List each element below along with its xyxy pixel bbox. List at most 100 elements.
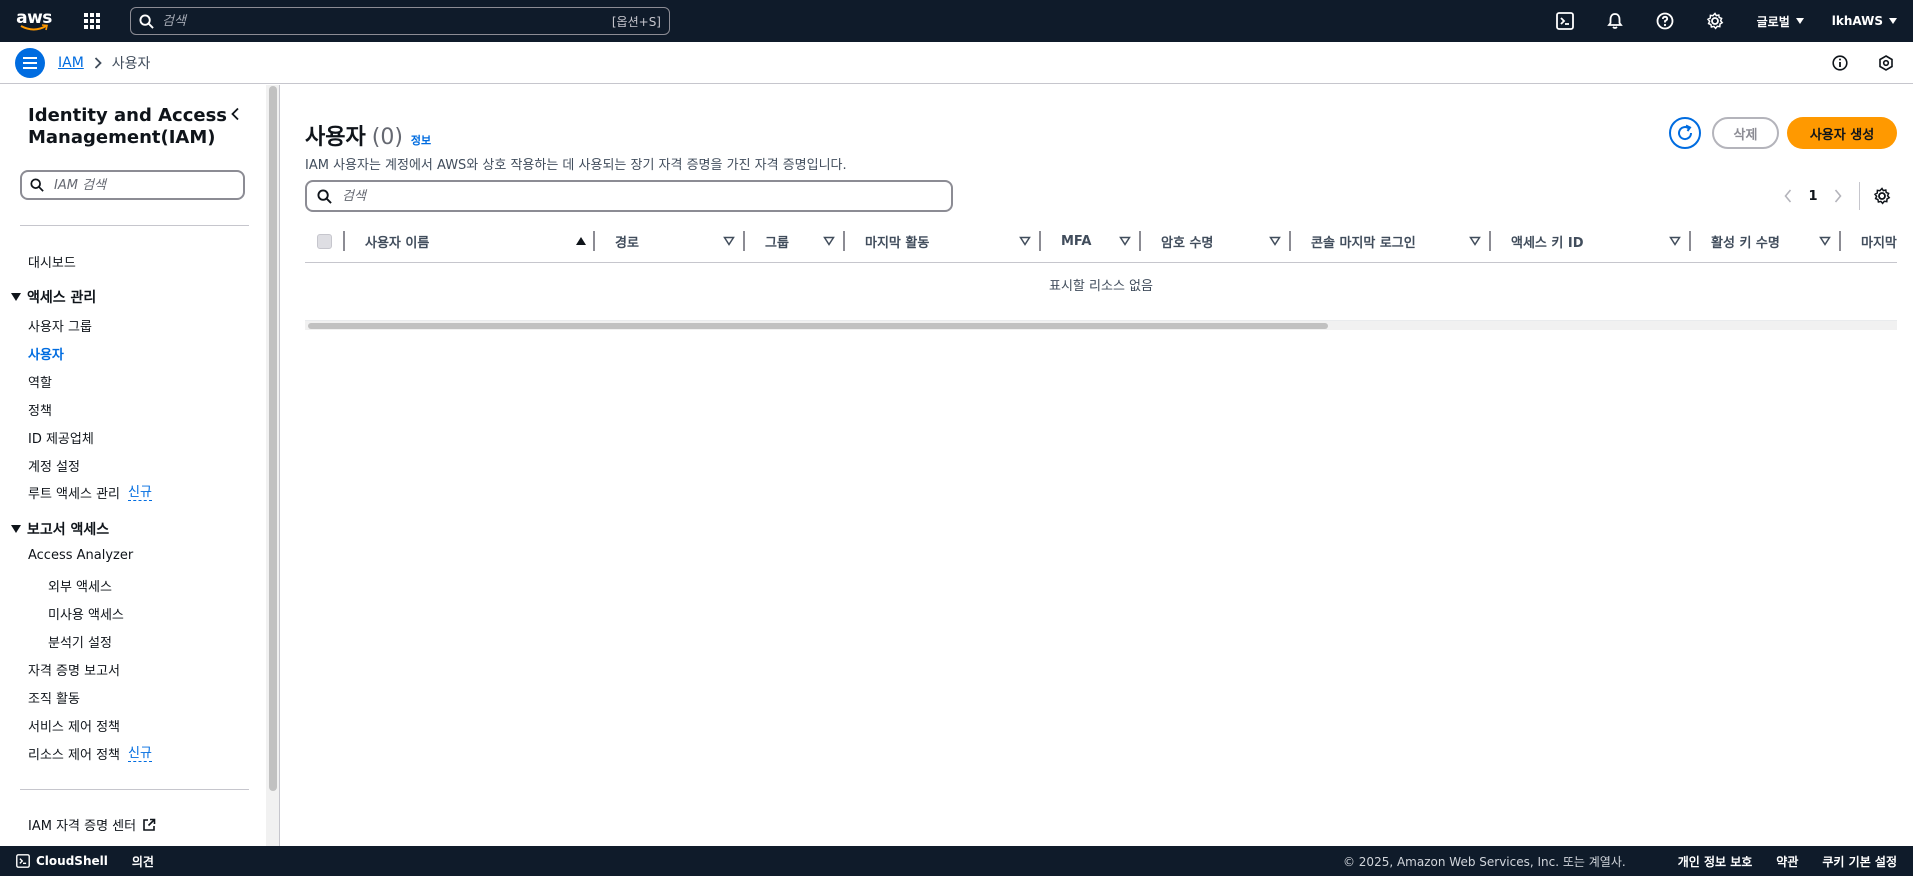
column-header-password-age[interactable]: 암호 수명 bbox=[1161, 219, 1289, 262]
sidebar-search-input[interactable] bbox=[54, 177, 224, 193]
select-all-checkbox[interactable] bbox=[317, 234, 332, 249]
aws-smile-icon bbox=[20, 24, 48, 31]
sidebar-item-users[interactable]: 사용자 bbox=[28, 344, 64, 363]
refresh-button[interactable] bbox=[1669, 117, 1701, 149]
column-header-path[interactable]: 경로 bbox=[615, 219, 743, 262]
users-search[interactable] bbox=[305, 180, 953, 212]
collapse-sidebar-icon[interactable] bbox=[226, 105, 244, 123]
sidebar-item-access-analyzer[interactable]: Access Analyzer bbox=[28, 548, 133, 563]
column-header-groups[interactable]: 그룹 bbox=[765, 219, 843, 262]
terms-link[interactable]: 약관 bbox=[1776, 853, 1798, 870]
sidebar-section-label: 보고서 액세스 bbox=[27, 522, 110, 538]
sidebar-item-credential-report[interactable]: 자격 증명 보고서 bbox=[28, 660, 120, 679]
sidebar-search[interactable] bbox=[20, 170, 245, 200]
sidebar-item-analyzer-settings[interactable]: 분석기 설정 bbox=[48, 632, 112, 651]
column-divider bbox=[843, 231, 845, 251]
pagination-divider bbox=[1859, 182, 1860, 210]
info-link[interactable]: 정보 bbox=[411, 132, 431, 148]
copyright-text: © 2025, Amazon Web Services, Inc. 또는 계열사… bbox=[1342, 854, 1626, 869]
column-header-user-name[interactable]: 사용자 이름 bbox=[365, 219, 595, 262]
sidebar-item-label: 리소스 제어 정책 bbox=[28, 748, 120, 763]
next-page-icon[interactable] bbox=[1827, 185, 1849, 207]
caret-down-icon bbox=[11, 525, 21, 533]
table-scrollbar-thumb[interactable] bbox=[308, 323, 1328, 329]
sort-descending-icon bbox=[1019, 236, 1031, 246]
cloudshell-button[interactable]: CloudShell bbox=[16, 854, 108, 868]
help-icon[interactable] bbox=[1651, 7, 1679, 35]
column-header-label: 그룹 bbox=[765, 235, 789, 251]
page-title: 사용자 (0) 정보 bbox=[305, 119, 431, 151]
notifications-bell-icon[interactable] bbox=[1601, 7, 1629, 35]
sidebar-item-service-control-policies[interactable]: 서비스 제어 정책 bbox=[28, 716, 120, 735]
column-header-console-last-sign-in[interactable]: 콘솔 마지막 로그인 bbox=[1311, 219, 1489, 262]
sidebar-item-organization-activity[interactable]: 조직 활동 bbox=[28, 688, 80, 707]
new-badge[interactable]: 신규 bbox=[128, 746, 152, 762]
settings-gear-icon[interactable] bbox=[1701, 7, 1729, 35]
table-horizontal-scrollbar[interactable] bbox=[305, 320, 1897, 330]
sidebar-item-unused-access[interactable]: 미사용 액세스 bbox=[48, 604, 124, 623]
sidebar-item-policies[interactable]: 정책 bbox=[28, 400, 52, 419]
users-search-input[interactable] bbox=[342, 188, 941, 204]
column-header-label: 액세스 키 ID bbox=[1511, 235, 1584, 251]
sidebar-section-access-management[interactable]: 액세스 관리 bbox=[11, 287, 96, 307]
sidebar-item-account-settings[interactable]: 계정 설정 bbox=[28, 456, 80, 475]
sidebar-scrollbar-thumb[interactable] bbox=[269, 86, 277, 791]
info-circle-icon[interactable] bbox=[1828, 51, 1852, 75]
delete-button[interactable]: 삭제 bbox=[1712, 117, 1779, 149]
breadcrumb-iam[interactable]: IAM bbox=[58, 55, 84, 71]
aws-logo[interactable]: aws bbox=[16, 8, 52, 34]
global-search-input[interactable] bbox=[162, 13, 612, 29]
sidebar-item-roles[interactable]: 역할 bbox=[28, 372, 52, 391]
sort-descending-icon bbox=[1119, 236, 1131, 246]
sidebar-item-dashboard[interactable]: 대시보드 bbox=[28, 252, 76, 271]
privacy-link[interactable]: 개인 정보 보호 bbox=[1678, 853, 1753, 870]
column-header-label: 사용자 이름 bbox=[365, 235, 430, 251]
sidebar-item-resource-control-policies[interactable]: 리소스 제어 정책 신규 bbox=[28, 744, 152, 763]
search-shortcut: [옵션+S] bbox=[611, 14, 661, 29]
sidebar-item-identity-center[interactable]: IAM 자격 증명 센터 bbox=[28, 815, 156, 834]
column-header-label: 콘솔 마지막 로그인 bbox=[1311, 235, 1416, 251]
column-header-label: MFA bbox=[1061, 233, 1092, 249]
sidebar-item-external-access[interactable]: 외부 액세스 bbox=[48, 576, 112, 595]
sort-ascending-icon bbox=[576, 237, 586, 245]
sidebar-title: Identity and Access Management(IAM) bbox=[28, 105, 228, 148]
chevron-down-icon bbox=[1889, 18, 1897, 24]
account-label: lkhAWS bbox=[1831, 14, 1883, 28]
cloudshell-label: CloudShell bbox=[36, 854, 108, 868]
cookie-preferences-link[interactable]: 쿠키 기본 설정 bbox=[1822, 853, 1897, 870]
previous-page-icon[interactable] bbox=[1777, 185, 1799, 207]
sidebar-item-root-access-management[interactable]: 루트 액세스 관리 신규 bbox=[28, 483, 152, 502]
column-header-label: 마지막 bbox=[1861, 235, 1897, 251]
sidebar-scrollbar[interactable] bbox=[266, 85, 280, 846]
global-search[interactable]: [옵션+S] bbox=[130, 7, 670, 35]
new-badge[interactable]: 신규 bbox=[128, 485, 152, 501]
column-header-access-key-id[interactable]: 액세스 키 ID bbox=[1511, 219, 1689, 262]
page-number[interactable]: 1 bbox=[1799, 189, 1827, 204]
create-user-button[interactable]: 사용자 생성 bbox=[1787, 117, 1897, 149]
search-icon bbox=[317, 188, 332, 204]
caret-down-icon bbox=[11, 293, 21, 301]
column-header-label: 마지막 활동 bbox=[865, 235, 930, 251]
column-divider bbox=[1139, 231, 1141, 251]
sidebar-item-identity-providers[interactable]: ID 제공업체 bbox=[28, 428, 94, 447]
breadcrumb-current: 사용자 bbox=[111, 55, 151, 72]
sidebar-section-access-reports[interactable]: 보고서 액세스 bbox=[11, 519, 109, 539]
services-grid-icon[interactable] bbox=[78, 7, 106, 35]
column-header-active-key-age[interactable]: 활성 키 수명 bbox=[1711, 219, 1839, 262]
region-selector[interactable]: 글로벌 bbox=[1757, 13, 1804, 30]
table-header: 사용자 이름 경로 그룹 마지막 활동 MFA 암호 수명 콘솔 마지막 로그인… bbox=[305, 219, 1897, 263]
cloudshell-icon[interactable] bbox=[1551, 7, 1579, 35]
sidebar-item-user-groups[interactable]: 사용자 그룹 bbox=[28, 316, 92, 335]
column-header-mfa[interactable]: MFA bbox=[1061, 219, 1139, 262]
column-header-last-used[interactable]: 마지막 bbox=[1861, 219, 1897, 262]
column-header-last-activity[interactable]: 마지막 활동 bbox=[865, 219, 1039, 262]
sidebar-section-label: 액세스 관리 bbox=[27, 290, 97, 306]
search-icon bbox=[139, 13, 154, 29]
hamburger-menu-icon[interactable] bbox=[15, 47, 45, 78]
refresh-icon bbox=[1678, 124, 1693, 141]
hexagon-settings-icon[interactable] bbox=[1874, 51, 1898, 75]
account-menu[interactable]: lkhAWS bbox=[1832, 14, 1897, 28]
column-divider bbox=[1689, 231, 1691, 251]
table-preferences-gear-icon[interactable] bbox=[1868, 182, 1896, 210]
feedback-link[interactable]: 의견 bbox=[132, 853, 154, 870]
